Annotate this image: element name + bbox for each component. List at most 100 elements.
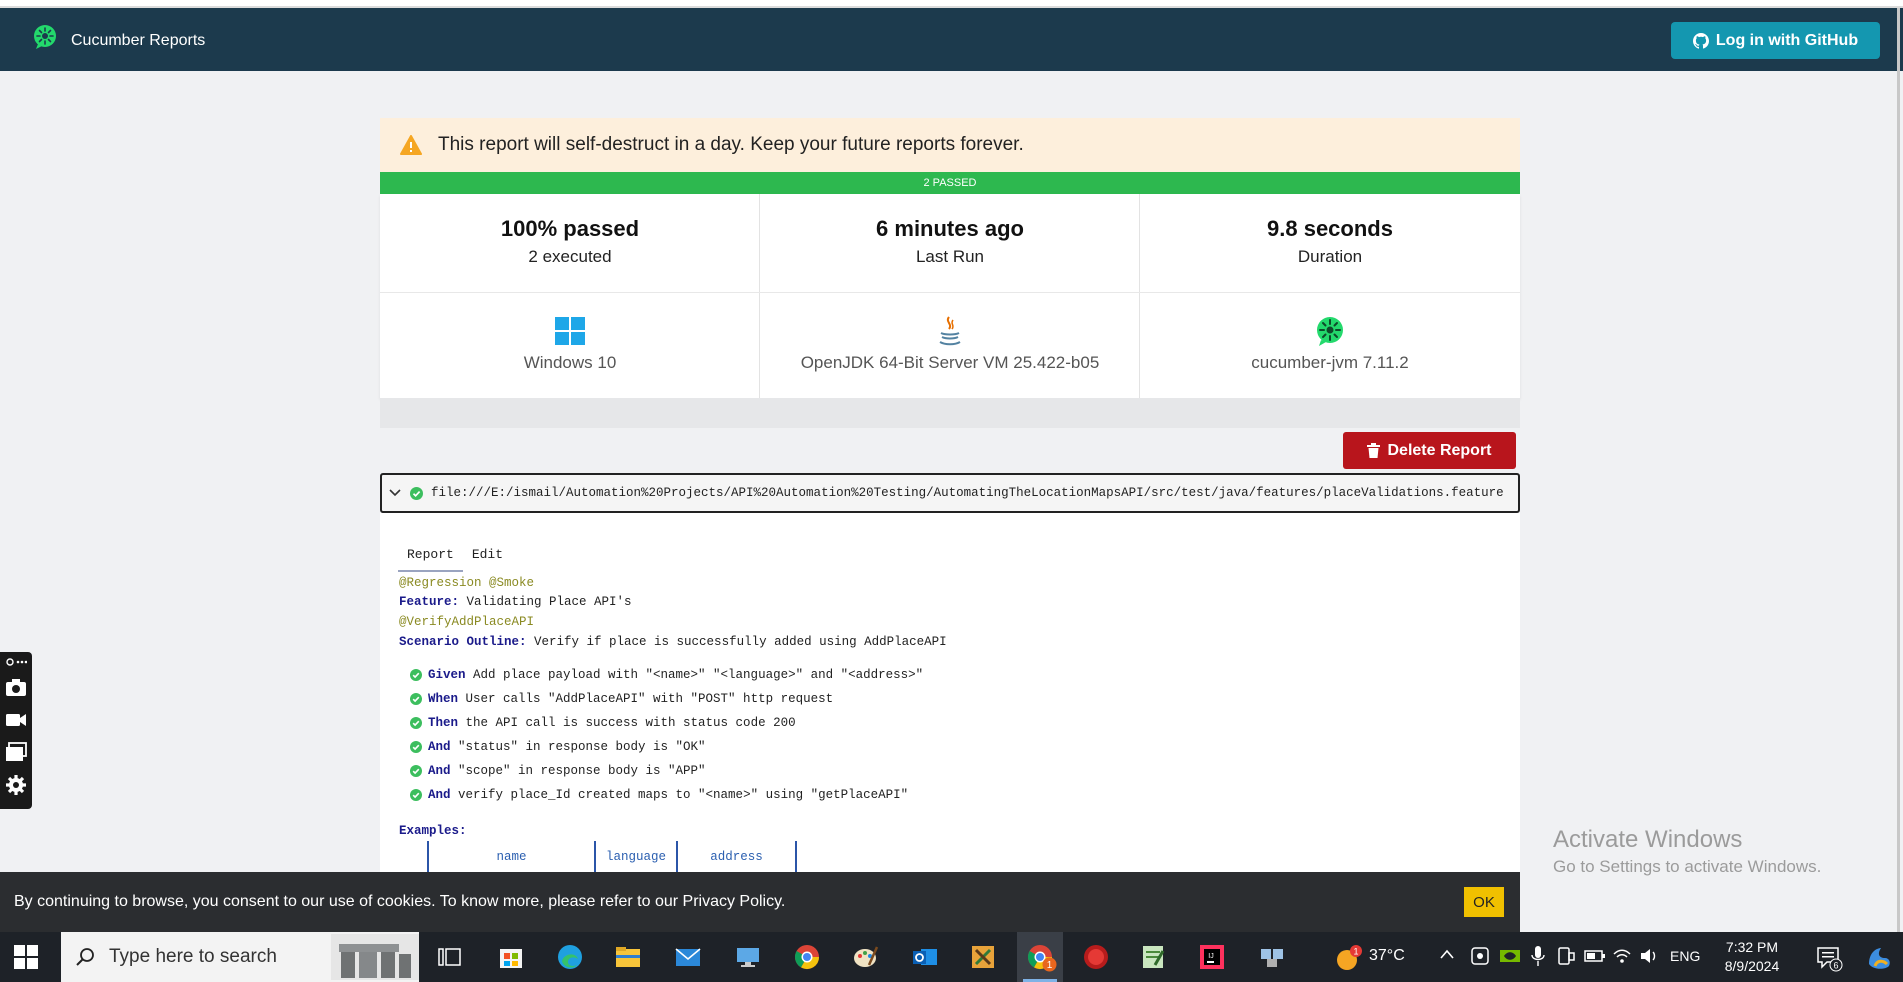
passed-check-icon bbox=[410, 693, 422, 705]
file-explorer-icon[interactable] bbox=[614, 943, 642, 971]
examples-header-cell: name bbox=[429, 841, 596, 873]
examples-header-cell: language bbox=[596, 841, 678, 873]
step-text: the API call is success with status code… bbox=[458, 716, 796, 730]
cucumber-logo-icon[interactable] bbox=[32, 24, 58, 50]
mail-icon[interactable] bbox=[674, 943, 702, 971]
env-os: Windows 10 bbox=[380, 315, 760, 373]
remote-desktop-icon[interactable] bbox=[734, 943, 762, 971]
notification-center-icon[interactable]: 6 bbox=[1815, 944, 1843, 972]
delete-report-label: Delete Report bbox=[1387, 441, 1492, 459]
env-tool: cucumber-jvm 7.11.2 bbox=[1140, 315, 1520, 373]
chrome-badge-count: 1 bbox=[1047, 960, 1053, 971]
windows-start-icon[interactable] bbox=[14, 945, 38, 969]
outlook-icon[interactable] bbox=[911, 943, 939, 971]
tab-edit[interactable]: Edit bbox=[463, 543, 512, 572]
examples-header-cell: address bbox=[678, 841, 797, 873]
brand-title[interactable]: Cucumber Reports bbox=[71, 32, 205, 50]
page-scrollbar[interactable] bbox=[1897, 8, 1900, 932]
passed-check-icon bbox=[410, 765, 422, 777]
screen-recorder-icon[interactable] bbox=[1082, 943, 1110, 971]
warning-icon bbox=[400, 135, 422, 155]
cookie-ok-button[interactable]: OK bbox=[1464, 887, 1504, 917]
clock-time: 7:32 PM bbox=[1725, 939, 1779, 955]
copilot-icon[interactable] bbox=[1865, 944, 1893, 972]
taskbar-clock[interactable]: 7:32 PM 8/9/2024 bbox=[1712, 938, 1792, 976]
delete-report-button[interactable]: Delete Report bbox=[1343, 432, 1516, 469]
feature-file-path[interactable]: file:///E:/ismail/Automation%20Projects/… bbox=[431, 486, 1504, 500]
feature-keyword: Feature: bbox=[399, 595, 460, 609]
clock-date: 8/9/2024 bbox=[1724, 958, 1780, 974]
stat-last-run-value: 6 minutes ago bbox=[876, 216, 1024, 241]
stats-panel: 100% passed 2 executed 6 minutes ago Las… bbox=[380, 194, 1520, 398]
step-keyword: Given bbox=[428, 668, 466, 682]
env-jvm-label: OpenJDK 64-Bit Server VM 25.422-b05 bbox=[800, 353, 1100, 372]
tools-app-icon[interactable] bbox=[969, 943, 997, 971]
login-github-button[interactable]: Log in with GitHub bbox=[1671, 22, 1880, 59]
search-highlight-image-icon[interactable] bbox=[331, 934, 419, 980]
stat-duration-value: 9.8 seconds bbox=[1267, 216, 1393, 241]
microphone-icon[interactable] bbox=[1531, 945, 1545, 967]
video-icon[interactable] bbox=[5, 709, 27, 731]
feature-line: Feature: Validating Place API's bbox=[399, 595, 632, 609]
notification-count: 6 bbox=[1833, 961, 1838, 971]
scenario-keyword: Scenario Outline: bbox=[399, 635, 527, 649]
battery-icon[interactable] bbox=[1584, 948, 1606, 964]
tray-app-icon[interactable] bbox=[1470, 946, 1490, 966]
stat-last-run-label: Last Run bbox=[915, 247, 985, 266]
weather-temperature[interactable]: 37°C bbox=[1369, 947, 1405, 965]
browser-top-strip bbox=[0, 0, 1903, 8]
chevron-up-icon[interactable] bbox=[1440, 948, 1454, 962]
chrome-active-taskbar-item[interactable]: 1 bbox=[1017, 932, 1063, 982]
stat-passed: 100% passed 2 executed bbox=[380, 216, 760, 267]
stat-passed-value: 100% passed bbox=[500, 216, 640, 241]
stat-passed-label: 2 executed bbox=[528, 247, 612, 266]
taskbar-search-placeholder: Type here to search bbox=[109, 946, 277, 967]
step-row: When User calls "AddPlaceAPI" with "POST… bbox=[410, 692, 833, 706]
nvidia-icon[interactable] bbox=[1499, 946, 1521, 966]
tab-report[interactable]: Report bbox=[398, 543, 463, 572]
device-icon[interactable] bbox=[1556, 946, 1576, 966]
wifi-icon[interactable] bbox=[1612, 946, 1632, 966]
edge-browser-icon[interactable] bbox=[556, 943, 584, 971]
intellij-idea-icon[interactable]: IJ bbox=[1198, 943, 1226, 971]
paint-icon[interactable] bbox=[851, 943, 879, 971]
passed-summary-bar: 2 PASSED bbox=[380, 172, 1520, 194]
notification-badge: 1 bbox=[1042, 957, 1057, 972]
notice-text: This report will self-destruct in a day.… bbox=[438, 134, 1024, 155]
passed-check-icon bbox=[410, 669, 422, 681]
feature-file-header[interactable]: file:///E:/ismail/Automation%20Projects/… bbox=[380, 473, 1520, 513]
notepad-icon[interactable] bbox=[1139, 943, 1167, 971]
taskbar-search-input[interactable]: Type here to search bbox=[61, 932, 419, 982]
step-keyword: And bbox=[428, 788, 451, 802]
step-keyword: When bbox=[428, 692, 459, 706]
camera-icon[interactable] bbox=[5, 676, 27, 698]
network-app-icon[interactable] bbox=[1258, 943, 1286, 971]
examples-keyword: Examples: bbox=[399, 824, 467, 838]
navbar: Cucumber Reports Log in with GitHub bbox=[0, 8, 1903, 71]
passed-check-icon bbox=[410, 741, 422, 753]
step-text: "status" in response body is "OK" bbox=[450, 740, 706, 754]
step-row: Given Add place payload with "<name>" "<… bbox=[410, 668, 923, 682]
task-view-icon[interactable] bbox=[436, 943, 464, 971]
windows-stack-icon[interactable] bbox=[5, 741, 27, 763]
chevron-down-icon[interactable] bbox=[388, 488, 402, 498]
step-keyword: And bbox=[428, 740, 451, 754]
env-jvm: OpenJDK 64-Bit Server VM 25.422-b05 bbox=[760, 315, 1140, 373]
step-row: And verify place_Id created maps to "<na… bbox=[410, 788, 908, 802]
activate-windows-watermark: Activate Windows Go to Settings to activ… bbox=[1553, 826, 1821, 877]
report-tabs: Report Edit bbox=[398, 543, 512, 572]
chrome-icon[interactable] bbox=[793, 943, 821, 971]
step-text: verify place_Id created maps to "<name>"… bbox=[450, 788, 909, 802]
weather-sun-icon[interactable]: 1 bbox=[1334, 945, 1362, 973]
settings-gear-icon[interactable] bbox=[5, 774, 27, 796]
input-language[interactable]: ENG bbox=[1670, 948, 1700, 964]
scenario-line: Scenario Outline: Verify if place is suc… bbox=[399, 635, 947, 649]
more-options-icon[interactable] bbox=[5, 655, 27, 669]
passed-check-icon bbox=[410, 717, 422, 729]
step-text: Add place payload with "<name>" "<langua… bbox=[465, 668, 924, 682]
report-panel: Report Edit @Regression @Smoke Feature: … bbox=[380, 513, 1520, 873]
volume-icon[interactable] bbox=[1639, 946, 1659, 966]
microsoft-store-icon[interactable] bbox=[497, 943, 525, 971]
env-os-label: Windows 10 bbox=[523, 353, 617, 372]
env-tool-label: cucumber-jvm 7.11.2 bbox=[1251, 353, 1409, 372]
